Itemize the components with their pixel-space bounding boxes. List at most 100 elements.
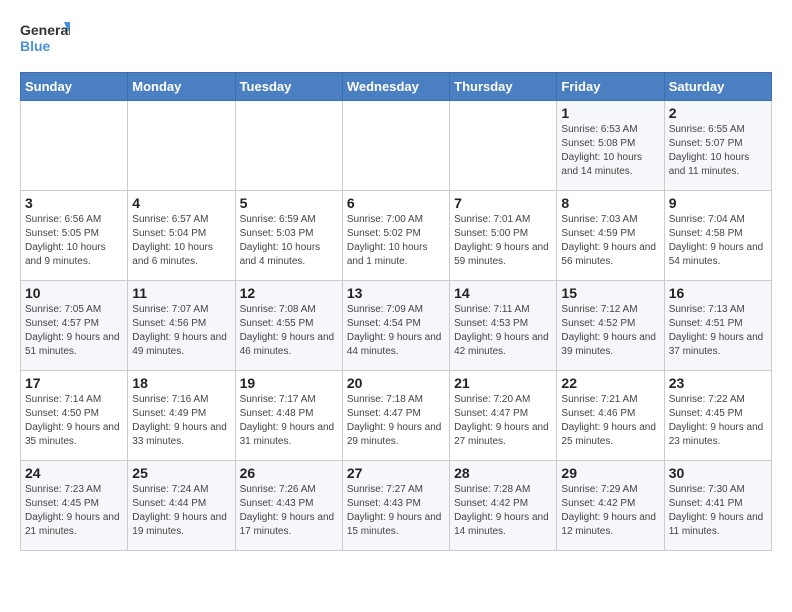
day-number: 3 (25, 195, 123, 211)
day-number: 29 (561, 465, 659, 481)
calendar-week-row: 1Sunrise: 6:53 AM Sunset: 5:08 PM Daylig… (21, 101, 772, 191)
day-info: Sunrise: 7:29 AM Sunset: 4:42 PM Dayligh… (561, 483, 659, 539)
day-info: Sunrise: 7:04 AM Sunset: 4:58 PM Dayligh… (669, 213, 767, 269)
calendar-cell: 1Sunrise: 6:53 AM Sunset: 5:08 PM Daylig… (557, 101, 664, 191)
day-number: 19 (240, 375, 338, 391)
calendar-cell: 24 Sunrise: 7:23 AM Sunset: 4:45 PM Dayli… (21, 461, 128, 551)
weekday-header: Tuesday (235, 73, 342, 101)
calendar-cell: 14Sunrise: 7:11 AM Sunset: 4:53 PM Dayli… (450, 281, 557, 371)
day-number: 13 (347, 285, 445, 301)
day-info: Sunrise: 7:12 AM Sunset: 4:52 PM Dayligh… (561, 303, 659, 359)
calendar-cell (21, 101, 128, 191)
day-number: 11 (132, 285, 230, 301)
day-info: Sunrise: 7:24 AM Sunset: 4:44 PM Dayligh… (132, 483, 230, 539)
weekday-header: Monday (128, 73, 235, 101)
day-info: Sunrise: 6:56 AM Sunset: 5:05 PM Dayligh… (25, 213, 123, 269)
day-number: 23 (669, 375, 767, 391)
day-number: 20 (347, 375, 445, 391)
calendar-cell: 12 Sunrise: 7:08 AM Sunset: 4:55 PM Dayli… (235, 281, 342, 371)
calendar-cell: 7 Sunrise: 7:01 AM Sunset: 5:00 PM Daylig… (450, 191, 557, 281)
day-info: Sunrise: 7:13 AM Sunset: 4:51 PM Dayligh… (669, 303, 767, 359)
day-info: Sunrise: 6:57 AM Sunset: 5:04 PM Dayligh… (132, 213, 230, 269)
day-info: Sunrise: 7:01 AM Sunset: 5:00 PM Dayligh… (454, 213, 552, 269)
calendar-cell: 9 Sunrise: 7:04 AM Sunset: 4:58 PM Daylig… (664, 191, 771, 281)
day-number: 22 (561, 375, 659, 391)
day-number: 28 (454, 465, 552, 481)
day-number: 15 (561, 285, 659, 301)
day-number: 27 (347, 465, 445, 481)
day-info: Sunrise: 7:07 AM Sunset: 4:56 PM Dayligh… (132, 303, 230, 359)
calendar-cell: 28 Sunrise: 7:28 AM Sunset: 4:42 PM Dayli… (450, 461, 557, 551)
weekday-header: Thursday (450, 73, 557, 101)
day-info: Sunrise: 7:23 AM Sunset: 4:45 PM Dayligh… (25, 483, 123, 539)
day-number: 7 (454, 195, 552, 211)
calendar-cell: 25 Sunrise: 7:24 AM Sunset: 4:44 PM Dayli… (128, 461, 235, 551)
svg-text:General: General (20, 22, 70, 38)
day-info: Sunrise: 7:00 AM Sunset: 5:02 PM Dayligh… (347, 213, 445, 269)
day-number: 30 (669, 465, 767, 481)
day-number: 9 (669, 195, 767, 211)
calendar-cell: 3 Sunrise: 6:56 AM Sunset: 5:05 PM Daylig… (21, 191, 128, 281)
weekday-header: Friday (557, 73, 664, 101)
day-number: 16 (669, 285, 767, 301)
day-info: Sunrise: 7:09 AM Sunset: 4:54 PM Dayligh… (347, 303, 445, 359)
day-number: 24 (25, 465, 123, 481)
calendar-cell (450, 101, 557, 191)
calendar-cell (342, 101, 449, 191)
calendar-week-row: 3 Sunrise: 6:56 AM Sunset: 5:05 PM Daylig… (21, 191, 772, 281)
day-number: 5 (240, 195, 338, 211)
day-number: 26 (240, 465, 338, 481)
svg-text:Blue: Blue (20, 38, 51, 54)
day-info: Sunrise: 7:05 AM Sunset: 4:57 PM Dayligh… (25, 303, 123, 359)
calendar-cell: 6 Sunrise: 7:00 AM Sunset: 5:02 PM Daylig… (342, 191, 449, 281)
day-number: 2 (669, 105, 767, 121)
day-info: Sunrise: 7:28 AM Sunset: 4:42 PM Dayligh… (454, 483, 552, 539)
calendar-cell: 30 Sunrise: 7:30 AM Sunset: 4:41 PM Dayli… (664, 461, 771, 551)
calendar-cell: 19Sunrise: 7:17 AM Sunset: 4:48 PM Dayli… (235, 371, 342, 461)
calendar-cell: 5 Sunrise: 6:59 AM Sunset: 5:03 PM Daylig… (235, 191, 342, 281)
calendar-cell: 18 Sunrise: 7:16 AM Sunset: 4:49 PM Dayli… (128, 371, 235, 461)
weekday-header: Wednesday (342, 73, 449, 101)
day-info: Sunrise: 7:18 AM Sunset: 4:47 PM Dayligh… (347, 393, 445, 449)
calendar-week-row: 24 Sunrise: 7:23 AM Sunset: 4:45 PM Dayli… (21, 461, 772, 551)
calendar-cell: 10Sunrise: 7:05 AM Sunset: 4:57 PM Dayli… (21, 281, 128, 371)
weekday-header: Sunday (21, 73, 128, 101)
weekday-header-row: SundayMondayTuesdayWednesdayThursdayFrid… (21, 73, 772, 101)
day-number: 4 (132, 195, 230, 211)
calendar-cell: 15 Sunrise: 7:12 AM Sunset: 4:52 PM Dayli… (557, 281, 664, 371)
day-number: 21 (454, 375, 552, 391)
logo-svg: General Blue (20, 20, 70, 62)
calendar-cell: 17 Sunrise: 7:14 AM Sunset: 4:50 PM Dayli… (21, 371, 128, 461)
calendar-cell: 13 Sunrise: 7:09 AM Sunset: 4:54 PM Dayli… (342, 281, 449, 371)
calendar-cell: 21 Sunrise: 7:20 AM Sunset: 4:47 PM Dayli… (450, 371, 557, 461)
day-number: 6 (347, 195, 445, 211)
calendar-cell: 16 Sunrise: 7:13 AM Sunset: 4:51 PM Dayli… (664, 281, 771, 371)
calendar-cell: 23Sunrise: 7:22 AM Sunset: 4:45 PM Dayli… (664, 371, 771, 461)
day-number: 1 (561, 105, 659, 121)
day-number: 18 (132, 375, 230, 391)
calendar-cell: 29 Sunrise: 7:29 AM Sunset: 4:42 PM Dayli… (557, 461, 664, 551)
day-number: 8 (561, 195, 659, 211)
day-number: 17 (25, 375, 123, 391)
weekday-header: Saturday (664, 73, 771, 101)
calendar-cell: 27 Sunrise: 7:27 AM Sunset: 4:43 PM Dayli… (342, 461, 449, 551)
calendar-cell: 26Sunrise: 7:26 AM Sunset: 4:43 PM Dayli… (235, 461, 342, 551)
day-info: Sunrise: 7:14 AM Sunset: 4:50 PM Dayligh… (25, 393, 123, 449)
day-info: Sunrise: 6:59 AM Sunset: 5:03 PM Dayligh… (240, 213, 338, 269)
logo: General Blue (20, 20, 70, 62)
calendar-cell (235, 101, 342, 191)
day-info: Sunrise: 7:08 AM Sunset: 4:55 PM Dayligh… (240, 303, 338, 359)
day-info: Sunrise: 7:27 AM Sunset: 4:43 PM Dayligh… (347, 483, 445, 539)
day-number: 12 (240, 285, 338, 301)
day-info: Sunrise: 7:21 AM Sunset: 4:46 PM Dayligh… (561, 393, 659, 449)
calendar-cell: 2Sunrise: 6:55 AM Sunset: 5:07 PM Daylig… (664, 101, 771, 191)
day-info: Sunrise: 7:16 AM Sunset: 4:49 PM Dayligh… (132, 393, 230, 449)
calendar-cell: 11 Sunrise: 7:07 AM Sunset: 4:56 PM Dayli… (128, 281, 235, 371)
day-info: Sunrise: 7:30 AM Sunset: 4:41 PM Dayligh… (669, 483, 767, 539)
day-info: Sunrise: 7:20 AM Sunset: 4:47 PM Dayligh… (454, 393, 552, 449)
calendar-week-row: 17 Sunrise: 7:14 AM Sunset: 4:50 PM Dayli… (21, 371, 772, 461)
day-number: 25 (132, 465, 230, 481)
calendar-cell: 22 Sunrise: 7:21 AM Sunset: 4:46 PM Dayli… (557, 371, 664, 461)
page-header: General Blue (20, 20, 772, 62)
day-number: 14 (454, 285, 552, 301)
